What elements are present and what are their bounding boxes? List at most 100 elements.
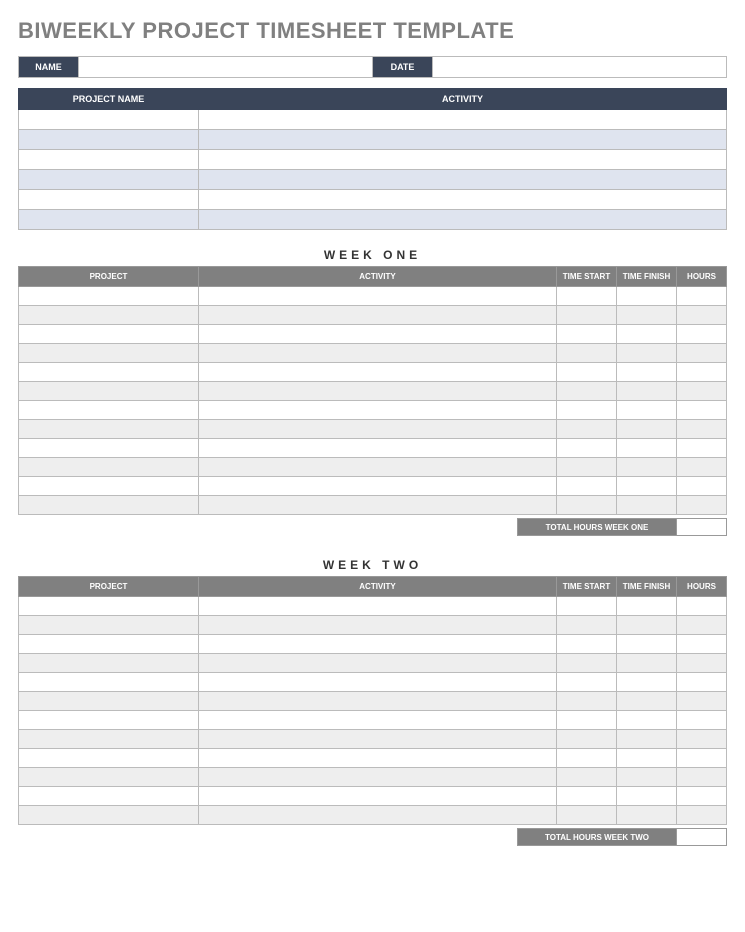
week-cell[interactable] [617, 787, 677, 806]
week-cell[interactable] [199, 458, 557, 477]
week-cell[interactable] [199, 730, 557, 749]
week-cell[interactable] [677, 306, 727, 325]
week-cell[interactable] [19, 344, 199, 363]
week-cell[interactable] [677, 749, 727, 768]
week-cell[interactable] [199, 439, 557, 458]
week-cell[interactable] [199, 382, 557, 401]
week-cell[interactable] [19, 306, 199, 325]
week-cell[interactable] [557, 287, 617, 306]
week-cell[interactable] [19, 749, 199, 768]
week-cell[interactable] [19, 363, 199, 382]
week-cell[interactable] [677, 673, 727, 692]
week-cell[interactable] [677, 458, 727, 477]
week-cell[interactable] [677, 597, 727, 616]
week-cell[interactable] [617, 806, 677, 825]
week-cell[interactable] [677, 287, 727, 306]
week-cell[interactable] [19, 287, 199, 306]
week-cell[interactable] [19, 692, 199, 711]
week-cell[interactable] [557, 673, 617, 692]
week-cell[interactable] [617, 711, 677, 730]
week-cell[interactable] [19, 787, 199, 806]
week-cell[interactable] [677, 325, 727, 344]
project-cell[interactable] [19, 190, 199, 210]
week-cell[interactable] [617, 306, 677, 325]
week-cell[interactable] [557, 344, 617, 363]
week-cell[interactable] [19, 711, 199, 730]
week-cell[interactable] [677, 692, 727, 711]
week-cell[interactable] [19, 477, 199, 496]
week-cell[interactable] [617, 325, 677, 344]
week-cell[interactable] [199, 496, 557, 515]
project-cell[interactable] [19, 110, 199, 130]
week-cell[interactable] [617, 439, 677, 458]
week-cell[interactable] [557, 458, 617, 477]
week-cell[interactable] [199, 635, 557, 654]
week-cell[interactable] [199, 363, 557, 382]
week-cell[interactable] [617, 344, 677, 363]
project-cell[interactable] [19, 170, 199, 190]
week-cell[interactable] [199, 692, 557, 711]
week-cell[interactable] [199, 806, 557, 825]
week-cell[interactable] [677, 363, 727, 382]
week-cell[interactable] [617, 401, 677, 420]
week-cell[interactable] [199, 768, 557, 787]
week-cell[interactable] [677, 439, 727, 458]
week-cell[interactable] [199, 477, 557, 496]
week-cell[interactable] [199, 325, 557, 344]
week-cell[interactable] [617, 420, 677, 439]
week-cell[interactable] [199, 711, 557, 730]
week-cell[interactable] [19, 673, 199, 692]
week-cell[interactable] [19, 768, 199, 787]
week-cell[interactable] [617, 287, 677, 306]
week-cell[interactable] [557, 401, 617, 420]
week-cell[interactable] [677, 654, 727, 673]
project-cell[interactable] [19, 150, 199, 170]
week-cell[interactable] [617, 496, 677, 515]
activity-cell[interactable] [199, 150, 727, 170]
project-cell[interactable] [19, 130, 199, 150]
activity-cell[interactable] [199, 190, 727, 210]
total-value[interactable] [677, 828, 727, 846]
week-cell[interactable] [19, 597, 199, 616]
total-value[interactable] [677, 518, 727, 536]
week-cell[interactable] [617, 458, 677, 477]
activity-cell[interactable] [199, 170, 727, 190]
week-cell[interactable] [199, 673, 557, 692]
week-cell[interactable] [19, 730, 199, 749]
week-cell[interactable] [677, 635, 727, 654]
week-cell[interactable] [199, 401, 557, 420]
week-cell[interactable] [617, 692, 677, 711]
week-cell[interactable] [617, 749, 677, 768]
week-cell[interactable] [557, 597, 617, 616]
project-cell[interactable] [19, 210, 199, 230]
week-cell[interactable] [199, 344, 557, 363]
week-cell[interactable] [557, 477, 617, 496]
week-cell[interactable] [617, 730, 677, 749]
week-cell[interactable] [557, 496, 617, 515]
week-cell[interactable] [199, 597, 557, 616]
week-cell[interactable] [677, 344, 727, 363]
week-cell[interactable] [19, 616, 199, 635]
week-cell[interactable] [557, 749, 617, 768]
week-cell[interactable] [617, 597, 677, 616]
week-cell[interactable] [557, 439, 617, 458]
week-cell[interactable] [19, 654, 199, 673]
week-cell[interactable] [557, 806, 617, 825]
activity-cell[interactable] [199, 110, 727, 130]
week-cell[interactable] [557, 420, 617, 439]
week-cell[interactable] [557, 363, 617, 382]
week-cell[interactable] [617, 768, 677, 787]
week-cell[interactable] [677, 496, 727, 515]
activity-cell[interactable] [199, 130, 727, 150]
week-cell[interactable] [557, 635, 617, 654]
week-cell[interactable] [677, 382, 727, 401]
week-cell[interactable] [19, 806, 199, 825]
week-cell[interactable] [199, 306, 557, 325]
week-cell[interactable] [19, 401, 199, 420]
week-cell[interactable] [557, 616, 617, 635]
week-cell[interactable] [617, 477, 677, 496]
week-cell[interactable] [677, 616, 727, 635]
week-cell[interactable] [557, 325, 617, 344]
week-cell[interactable] [677, 477, 727, 496]
week-cell[interactable] [677, 768, 727, 787]
